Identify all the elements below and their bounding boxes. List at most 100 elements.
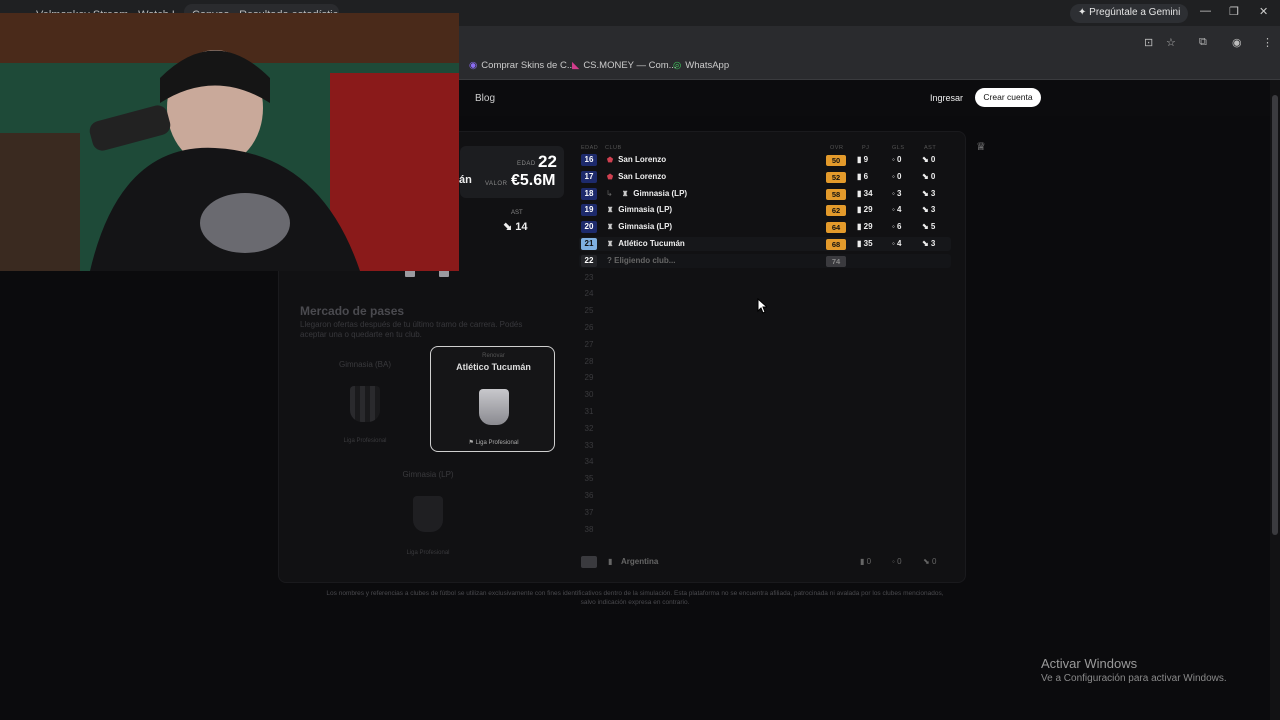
login-link[interactable]: Ingresar [930, 93, 963, 103]
total-pj-value: 0 [866, 557, 872, 566]
offer-club: Gimnasia (LP) [402, 470, 454, 479]
club-name: Gimnasia (LP) [633, 189, 688, 198]
install-icon[interactable]: ⊡ [1144, 36, 1153, 49]
gls-value: ◦ 4 [892, 239, 902, 248]
club-cell[interactable]: ⬟ San Lorenzo [607, 172, 666, 181]
nav-blog-link[interactable]: Blog [475, 93, 495, 104]
pj-value: ▮ 29 [857, 205, 873, 214]
ast-value: ⬊ 0 [922, 155, 936, 164]
club-crest-icon: ♜ [607, 223, 614, 231]
age-empty: 30 [584, 390, 594, 399]
total-gls-value: 0 [897, 557, 902, 566]
ovr-badge: 74 [826, 255, 846, 267]
club-cell[interactable]: ♜ Gimnasia (LP) [607, 222, 672, 231]
laptop-icon [405, 270, 415, 277]
value-label: VALOR [485, 181, 508, 187]
club-cell[interactable]: ♜ Gimnasia (LP) [622, 189, 687, 198]
age-cell: 22 [581, 255, 597, 267]
ovr-badge: 62 [826, 204, 846, 216]
signup-button[interactable]: Crear cuenta [975, 88, 1041, 107]
whatsapp-icon: ◎ [673, 60, 682, 71]
windows-activate-title: Activar Windows [1041, 656, 1138, 671]
club-name: Atlético Tucumán [618, 239, 685, 248]
menu-icon[interactable]: ⋮ [1262, 36, 1273, 49]
club-crest-icon: ♜ [607, 206, 614, 214]
age-value: 22 [538, 152, 557, 171]
club-cell[interactable]: ♜ Gimnasia (LP) [607, 205, 672, 214]
age-empty: 25 [584, 306, 594, 315]
age-empty: 37 [584, 508, 594, 517]
offer-card-selected[interactable]: Renovar Atlético Tucumán ⚑ Liga Profesio… [430, 346, 555, 452]
restore-icon[interactable]: ❐ [1229, 5, 1239, 18]
age-empty: 26 [584, 323, 594, 332]
offer-club: Atlético Tucumán [456, 362, 531, 372]
club-name: Gimnasia (LP) [618, 222, 673, 231]
gls-value: ◦ 3 [892, 189, 902, 198]
market-subtitle: Llegaron ofertas después de tu último tr… [300, 320, 523, 339]
age-cell: 20 [581, 221, 597, 233]
total-gls: ◦ 0 [892, 557, 902, 566]
age-cell: 19 [581, 204, 597, 216]
age-label: EDAD [517, 161, 536, 167]
trophy-icon[interactable]: ♕ [976, 140, 986, 153]
gemini-label: Pregúntale a Gemini [1089, 7, 1181, 18]
total-pj: ▮ 0 [860, 557, 872, 566]
club-name: San Lorenzo [618, 155, 667, 164]
age-empty: 36 [584, 491, 594, 500]
gemini-button[interactable]: ✦ Pregúntale a Gemini [1070, 4, 1189, 23]
offer-club: Gimnasia (BA) [338, 360, 391, 369]
bookmark-csmoney[interactable]: ◣ CS.MONEY — Com... [572, 60, 677, 71]
legal-disclaimer: Los nombres y referencias a clubes de fú… [326, 590, 944, 606]
ast-label: AST [511, 210, 523, 216]
profile-icon[interactable]: ◉ [1232, 36, 1242, 49]
age-cell: 16 [581, 154, 597, 166]
col-pj: PJ [862, 145, 870, 151]
offer-card[interactable]: Gimnasia (BA) Liga Profesional [305, 360, 425, 450]
col-gls: GLS [892, 145, 905, 151]
club-cell[interactable]: ♜ Atlético Tucumán [607, 239, 685, 248]
club-cell[interactable]: ⬟ San Lorenzo [607, 155, 666, 164]
col-age: EDAD [581, 145, 599, 151]
player-name-fragment: án [459, 174, 472, 186]
scrollbar-thumb[interactable] [1272, 95, 1278, 535]
age-empty: 38 [584, 525, 594, 534]
extensions-icon[interactable]: ⧉ [1199, 36, 1207, 49]
boot-icon: ⬊ [503, 221, 513, 233]
age-empty: 27 [584, 340, 594, 349]
market-title: Mercado de pases [300, 304, 405, 318]
total-ast-value: 0 [931, 557, 937, 566]
minimize-icon[interactable]: — [1200, 5, 1211, 17]
age-empty: 33 [584, 441, 594, 450]
ovr-badge: 50 [826, 154, 846, 166]
bookmark-whatsapp[interactable]: ◎ WhatsApp [673, 60, 729, 71]
mouse-cursor-icon [757, 298, 767, 314]
bookmark-star-icon[interactable]: ☆ [1166, 36, 1176, 49]
ovr-badge: 68 [826, 238, 846, 250]
close-icon[interactable]: ✕ [1259, 5, 1268, 18]
offer-card[interactable]: Gimnasia (LP) Liga Profesional [368, 470, 488, 560]
col-ovr: OVR [830, 145, 844, 151]
col-ast: AST [924, 145, 937, 151]
age-empty: 31 [584, 407, 594, 416]
choosing-club[interactable]: ? Eligiendo club... [607, 256, 675, 265]
offer-league-text: Liga Profesional [475, 440, 519, 446]
club-crest-icon: ♜ [622, 190, 629, 198]
skins-icon: ◉ [469, 60, 478, 71]
ovr-badge: 52 [826, 171, 846, 183]
windows-activate-subtitle: Ve a Configuración para activar Windows. [1041, 673, 1227, 684]
browser-window: Velmonkey Stream - Watch Li... Canvas - … [0, 0, 1280, 720]
bookmark-skins[interactable]: ◉ Comprar Skins de C... [469, 60, 575, 71]
pj-value: ▮ 34 [857, 189, 873, 198]
total-ast: ⬊ 0 [923, 557, 937, 566]
age-empty: 24 [584, 289, 594, 298]
ast-total-value: 14 [515, 221, 528, 233]
club-crest-icon [413, 496, 443, 532]
ast-value: ⬊ 0 [922, 172, 936, 181]
laptop-icon [439, 270, 449, 277]
offer-league: ⚑ Liga Profesional [468, 440, 519, 446]
age-empty: 29 [584, 373, 594, 382]
age-empty: 28 [584, 357, 594, 366]
ovr-badge: 64 [826, 221, 846, 233]
col-club: CLUB [605, 145, 622, 151]
pj-value: ▮ 6 [857, 172, 869, 181]
